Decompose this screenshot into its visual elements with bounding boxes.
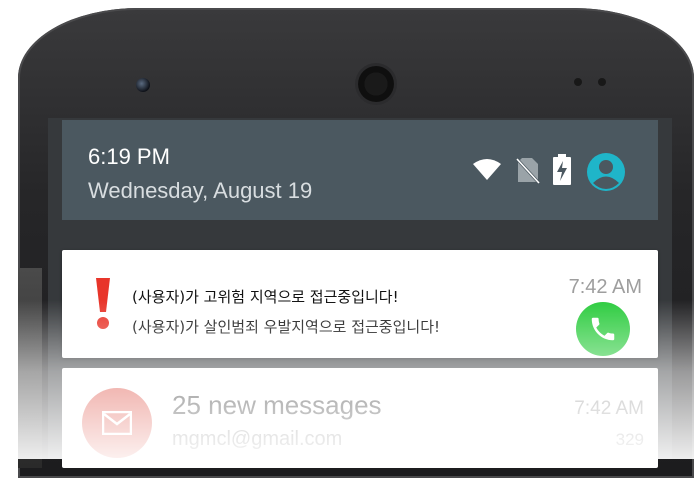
notification-line-2: (사용자)가 살인범죄 우발지역으로 접근중입니다! [132,318,441,336]
call-button[interactable] [576,302,630,356]
phone-call-icon [591,317,615,341]
alert-notification[interactable]: (사용자)가 고위험 지역으로 접근중입니다! (사용자)가 살인범죄 우발지역… [62,250,658,358]
notification-title: 25 new messages [172,390,382,420]
no-sim-icon [515,156,541,189]
gmail-notification[interactable]: 25 new messages mgmcl@gmail.com 7:42 AM … [62,368,658,468]
notification-count: 329 [615,430,644,449]
light-sensor [598,78,606,86]
earpiece-speaker [358,66,394,102]
front-camera [136,78,150,92]
notification-time: 7:42 AM [568,276,642,298]
clock-time: 6:19 PM [88,144,170,169]
account-icon[interactable] [586,152,626,197]
phone-side-button [18,268,42,468]
gmail-icon [82,388,152,458]
proximity-sensor [574,78,582,86]
notification-account: mgmcl@gmail.com [172,428,343,450]
exclamation-alert-icon [92,276,114,337]
battery-charging-icon [552,154,572,191]
wifi-icon [472,158,502,187]
clock-date: Wednesday, August 19 [88,178,313,203]
notification-time: 7:42 AM [574,398,644,419]
notification-line-1: (사용자)가 고위험 지역으로 접근중입니다! [132,288,399,306]
